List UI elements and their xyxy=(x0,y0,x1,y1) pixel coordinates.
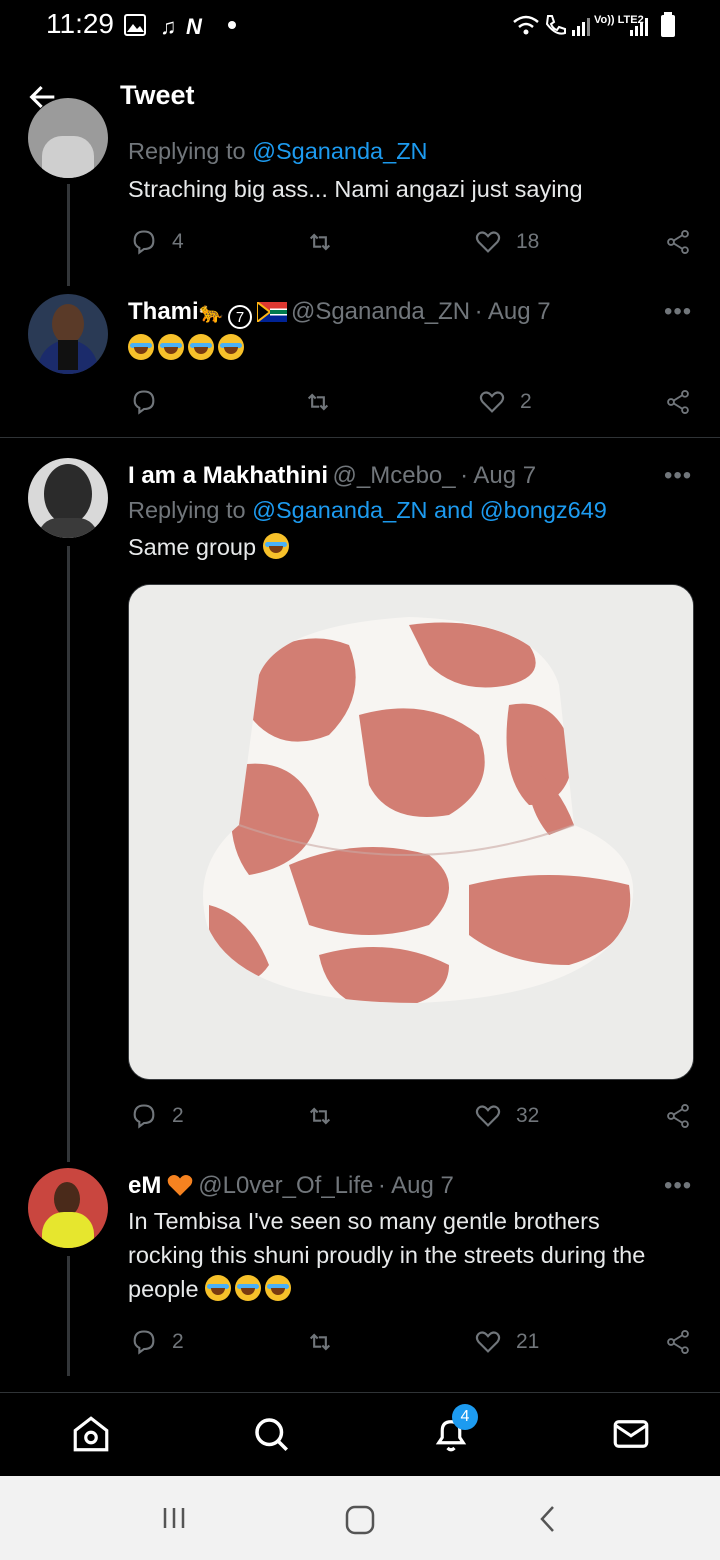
signal-icon-2 xyxy=(630,18,648,36)
tweet-date: · Aug 7 xyxy=(377,1172,454,1199)
tweet-meta: eM @L0ver_Of_Life · Aug 7 xyxy=(128,1172,454,1200)
search-icon[interactable] xyxy=(250,1413,292,1455)
retweet-icon xyxy=(309,1107,331,1125)
avatar[interactable] xyxy=(28,1168,108,1248)
more-icon[interactable]: ••• xyxy=(664,298,692,326)
recent-apps-icon[interactable] xyxy=(160,1504,188,1532)
share-icon[interactable] xyxy=(664,1328,692,1356)
reply-icon xyxy=(133,1330,155,1355)
laughing-emoji-icon xyxy=(158,334,184,360)
dot-icon xyxy=(228,21,236,29)
retweet-button[interactable] xyxy=(306,228,348,256)
more-icon[interactable]: ••• xyxy=(664,1172,692,1200)
retweet-button[interactable] xyxy=(304,388,346,416)
n-icon: N xyxy=(186,14,202,39)
laughing-emoji-icon xyxy=(262,533,289,559)
like-icon xyxy=(479,391,505,413)
status-time: 11:29 xyxy=(46,8,114,39)
seven-emoji-icon: 7 xyxy=(228,305,253,329)
like-button[interactable]: 21 xyxy=(474,1328,539,1356)
tweet-meta: I am a Makhathini @_Mcebo_ · Aug 7 xyxy=(128,462,536,490)
tweet-text: Straching big ass... Nami angazi just sa… xyxy=(128,176,583,202)
tweet-date: · Aug 7 xyxy=(474,298,551,325)
home-icon[interactable] xyxy=(70,1413,112,1455)
mention-link[interactable]: @Sgananda_ZN xyxy=(252,138,427,164)
divider xyxy=(0,437,720,438)
thread-line xyxy=(67,546,70,1162)
retweet-icon xyxy=(307,393,329,411)
bucket-hat-image xyxy=(129,585,693,1079)
replying-to: Replying to @Sgananda_ZN and @bongz649 xyxy=(128,497,607,523)
laughing-emoji-icon xyxy=(218,334,244,360)
crying-emoji-icon xyxy=(235,1275,262,1301)
back-button-icon[interactable] xyxy=(536,1504,560,1534)
mention-link[interactable]: @Sgananda_ZN and @bongz649 xyxy=(252,497,607,523)
handle: @_Mcebo_ xyxy=(332,462,456,489)
gallery-icon xyxy=(124,14,146,36)
display-name[interactable]: Thami xyxy=(128,298,199,325)
like-icon xyxy=(475,1105,501,1127)
like-button[interactable]: 18 xyxy=(474,228,539,256)
reply-button[interactable] xyxy=(130,388,172,416)
like-icon xyxy=(475,231,501,253)
tweet-image[interactable] xyxy=(128,584,694,1080)
retweet-icon xyxy=(309,233,331,251)
status-bar: 11:29 ♫ N Vo)) LTE2 xyxy=(0,0,720,54)
signal-icon xyxy=(572,18,590,36)
cheetah-emoji-icon: 🐆 xyxy=(198,302,224,324)
handle: @Sgananda_ZN xyxy=(290,298,471,325)
retweet-button[interactable] xyxy=(306,1328,348,1356)
system-nav-bar xyxy=(0,1476,720,1560)
thread-line xyxy=(67,1256,70,1376)
orange-heart-icon xyxy=(167,1175,193,1196)
avatar[interactable] xyxy=(28,294,108,374)
crying-emoji-icon xyxy=(265,1275,292,1301)
like-icon xyxy=(475,1331,501,1353)
crying-emoji-icon xyxy=(205,1275,232,1301)
thread-line xyxy=(67,184,70,286)
tweet-text: Same group xyxy=(128,530,293,564)
wifi-icon xyxy=(513,15,539,35)
reply-button[interactable]: 2 xyxy=(130,1328,184,1356)
handle: @L0ver_Of_Life xyxy=(198,1172,374,1199)
reply-icon xyxy=(133,230,155,255)
tweet-text: In Tembisa I've seen so many gentle brot… xyxy=(128,1208,646,1302)
battery-icon xyxy=(661,12,675,37)
reply-icon xyxy=(133,390,155,415)
share-icon[interactable] xyxy=(664,228,692,256)
reply-button[interactable]: 2 xyxy=(130,1102,184,1130)
display-name[interactable]: I am a Makhathini xyxy=(128,462,328,489)
home-button-icon[interactable] xyxy=(344,1504,376,1536)
laughing-emoji-icon xyxy=(128,334,154,360)
avatar[interactable] xyxy=(28,458,108,538)
display-name[interactable]: eM xyxy=(128,1172,161,1199)
share-icon[interactable] xyxy=(664,1102,692,1130)
tweet-meta: Thami🐆 7 @Sgananda_ZN · Aug 7 xyxy=(128,298,551,329)
reply-button[interactable]: 4 xyxy=(130,228,184,256)
mail-icon[interactable] xyxy=(610,1413,652,1455)
replying-to: Replying to @Sgananda_ZN xyxy=(128,138,428,164)
reply-icon xyxy=(133,1104,155,1129)
notifications-badge: 4 xyxy=(452,1404,478,1430)
laughing-emoji-icon xyxy=(188,334,214,360)
tweet-date: · Aug 7 xyxy=(460,462,537,489)
south-africa-flag-icon xyxy=(255,299,287,325)
music-icon: ♫ xyxy=(160,14,177,39)
bottom-nav xyxy=(0,1392,720,1477)
like-button[interactable]: 32 xyxy=(474,1102,539,1130)
more-icon[interactable]: ••• xyxy=(664,462,692,490)
like-button[interactable]: 2 xyxy=(478,388,532,416)
retweet-icon xyxy=(309,1333,331,1351)
call-icon xyxy=(545,15,566,35)
share-icon[interactable] xyxy=(664,388,692,416)
tweet-text xyxy=(128,334,248,361)
retweet-button[interactable] xyxy=(306,1102,348,1130)
